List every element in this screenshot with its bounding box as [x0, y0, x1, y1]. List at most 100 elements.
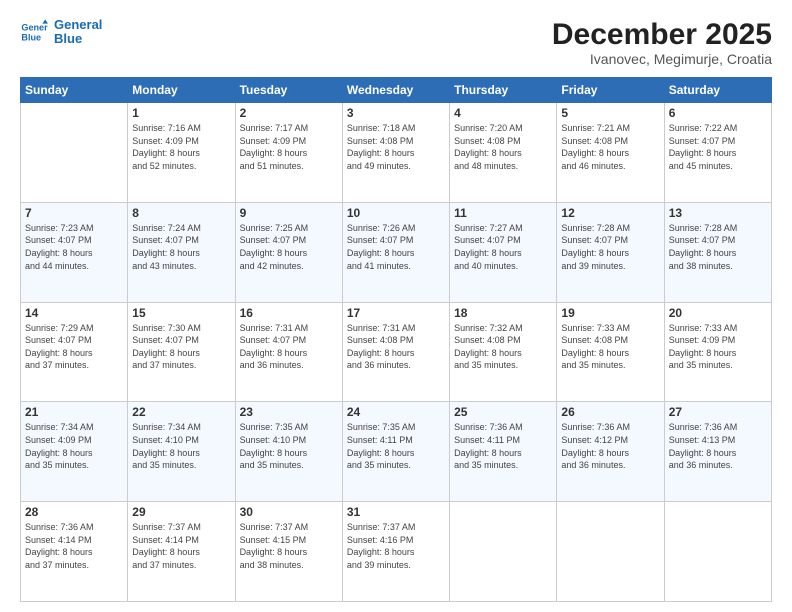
day-info: Sunrise: 7:18 AM Sunset: 4:08 PM Dayligh…: [347, 122, 445, 172]
calendar-cell: 30 Sunrise: 7:37 AM Sunset: 4:15 PM Dayli…: [235, 502, 342, 602]
day-header-wednesday: Wednesday: [342, 78, 449, 103]
day-header-friday: Friday: [557, 78, 664, 103]
day-info: Sunrise: 7:23 AM Sunset: 4:07 PM Dayligh…: [25, 222, 123, 272]
day-number: 2: [240, 106, 338, 120]
day-info: Sunrise: 7:34 AM Sunset: 4:10 PM Dayligh…: [132, 421, 230, 471]
day-info: Sunrise: 7:33 AM Sunset: 4:09 PM Dayligh…: [669, 322, 767, 372]
calendar-week-3: 14Sunrise: 7:29 AM Sunset: 4:07 PM Dayli…: [21, 302, 772, 402]
calendar-week-1: 1 Sunrise: 7:16 AM Sunset: 4:09 PM Daylig…: [21, 103, 772, 203]
subtitle: Ivanovec, Megimurje, Croatia: [552, 51, 772, 67]
page: General Blue General Blue December 2025 …: [0, 0, 792, 612]
day-number: 13: [669, 206, 767, 220]
day-number: 19: [561, 306, 659, 320]
day-header-tuesday: Tuesday: [235, 78, 342, 103]
day-number: 5: [561, 106, 659, 120]
calendar-cell: 14Sunrise: 7:29 AM Sunset: 4:07 PM Dayli…: [21, 302, 128, 402]
day-number: 24: [347, 405, 445, 419]
day-number: 7: [25, 206, 123, 220]
day-info: Sunrise: 7:31 AM Sunset: 4:07 PM Dayligh…: [240, 322, 338, 372]
calendar-cell: 16 Sunrise: 7:31 AM Sunset: 4:07 PM Dayli…: [235, 302, 342, 402]
calendar-cell: [450, 502, 557, 602]
day-info: Sunrise: 7:27 AM Sunset: 4:07 PM Dayligh…: [454, 222, 552, 272]
calendar-cell: 1 Sunrise: 7:16 AM Sunset: 4:09 PM Daylig…: [128, 103, 235, 203]
calendar-week-5: 28Sunrise: 7:36 AM Sunset: 4:14 PM Dayli…: [21, 502, 772, 602]
day-number: 31: [347, 505, 445, 519]
calendar-cell: 13 Sunrise: 7:28 AM Sunset: 4:07 PM Dayli…: [664, 202, 771, 302]
day-info: Sunrise: 7:29 AM Sunset: 4:07 PM Dayligh…: [25, 322, 123, 372]
header: General Blue General Blue December 2025 …: [20, 18, 772, 67]
day-info: Sunrise: 7:25 AM Sunset: 4:07 PM Dayligh…: [240, 222, 338, 272]
calendar-cell: 27Sunrise: 7:36 AM Sunset: 4:13 PM Dayli…: [664, 402, 771, 502]
logo-line1: General: [54, 18, 102, 32]
day-info: Sunrise: 7:33 AM Sunset: 4:08 PM Dayligh…: [561, 322, 659, 372]
calendar-table: SundayMondayTuesdayWednesdayThursdayFrid…: [20, 77, 772, 602]
calendar-cell: 15 Sunrise: 7:30 AM Sunset: 4:07 PM Dayli…: [128, 302, 235, 402]
day-info: Sunrise: 7:35 AM Sunset: 4:11 PM Dayligh…: [347, 421, 445, 471]
calendar-cell: 25 Sunrise: 7:36 AM Sunset: 4:11 PM Dayli…: [450, 402, 557, 502]
calendar-cell: 17Sunrise: 7:31 AM Sunset: 4:08 PM Dayli…: [342, 302, 449, 402]
day-info: Sunrise: 7:17 AM Sunset: 4:09 PM Dayligh…: [240, 122, 338, 172]
day-number: 10: [347, 206, 445, 220]
calendar-cell: [557, 502, 664, 602]
day-info: Sunrise: 7:28 AM Sunset: 4:07 PM Dayligh…: [669, 222, 767, 272]
day-number: 21: [25, 405, 123, 419]
calendar-cell: 22 Sunrise: 7:34 AM Sunset: 4:10 PM Dayli…: [128, 402, 235, 502]
day-info: Sunrise: 7:36 AM Sunset: 4:11 PM Dayligh…: [454, 421, 552, 471]
day-number: 4: [454, 106, 552, 120]
day-info: Sunrise: 7:16 AM Sunset: 4:09 PM Dayligh…: [132, 122, 230, 172]
calendar-cell: 8 Sunrise: 7:24 AM Sunset: 4:07 PM Daylig…: [128, 202, 235, 302]
calendar-cell: 18Sunrise: 7:32 AM Sunset: 4:08 PM Dayli…: [450, 302, 557, 402]
day-info: Sunrise: 7:28 AM Sunset: 4:07 PM Dayligh…: [561, 222, 659, 272]
day-number: 6: [669, 106, 767, 120]
title-area: December 2025 Ivanovec, Megimurje, Croat…: [552, 18, 772, 67]
logo-icon: General Blue: [20, 18, 48, 46]
svg-text:Blue: Blue: [21, 33, 41, 43]
day-number: 1: [132, 106, 230, 120]
calendar-cell: 11 Sunrise: 7:27 AM Sunset: 4:07 PM Dayli…: [450, 202, 557, 302]
logo: General Blue General Blue: [20, 18, 102, 47]
day-number: 30: [240, 505, 338, 519]
calendar-cell: 10Sunrise: 7:26 AM Sunset: 4:07 PM Dayli…: [342, 202, 449, 302]
calendar-cell: 23Sunrise: 7:35 AM Sunset: 4:10 PM Dayli…: [235, 402, 342, 502]
day-number: 15: [132, 306, 230, 320]
calendar-cell: 21 Sunrise: 7:34 AM Sunset: 4:09 PM Dayli…: [21, 402, 128, 502]
day-header-sunday: Sunday: [21, 78, 128, 103]
day-number: 16: [240, 306, 338, 320]
day-info: Sunrise: 7:20 AM Sunset: 4:08 PM Dayligh…: [454, 122, 552, 172]
day-number: 3: [347, 106, 445, 120]
day-number: 26: [561, 405, 659, 419]
calendar-cell: 2 Sunrise: 7:17 AM Sunset: 4:09 PM Daylig…: [235, 103, 342, 203]
day-number: 27: [669, 405, 767, 419]
day-number: 9: [240, 206, 338, 220]
main-title: December 2025: [552, 18, 772, 51]
day-info: Sunrise: 7:36 AM Sunset: 4:12 PM Dayligh…: [561, 421, 659, 471]
calendar-cell: 28Sunrise: 7:36 AM Sunset: 4:14 PM Dayli…: [21, 502, 128, 602]
day-number: 12: [561, 206, 659, 220]
day-number: 11: [454, 206, 552, 220]
day-number: 8: [132, 206, 230, 220]
calendar-cell: [664, 502, 771, 602]
day-info: Sunrise: 7:34 AM Sunset: 4:09 PM Dayligh…: [25, 421, 123, 471]
day-header-monday: Monday: [128, 78, 235, 103]
calendar-cell: 7 Sunrise: 7:23 AM Sunset: 4:07 PM Daylig…: [21, 202, 128, 302]
day-info: Sunrise: 7:30 AM Sunset: 4:07 PM Dayligh…: [132, 322, 230, 372]
day-number: 18: [454, 306, 552, 320]
day-info: Sunrise: 7:24 AM Sunset: 4:07 PM Dayligh…: [132, 222, 230, 272]
day-number: 23: [240, 405, 338, 419]
day-info: Sunrise: 7:37 AM Sunset: 4:14 PM Dayligh…: [132, 521, 230, 571]
calendar-week-2: 7 Sunrise: 7:23 AM Sunset: 4:07 PM Daylig…: [21, 202, 772, 302]
day-info: Sunrise: 7:31 AM Sunset: 4:08 PM Dayligh…: [347, 322, 445, 372]
day-number: 25: [454, 405, 552, 419]
calendar-week-4: 21 Sunrise: 7:34 AM Sunset: 4:09 PM Dayli…: [21, 402, 772, 502]
day-number: 20: [669, 306, 767, 320]
calendar-cell: 31Sunrise: 7:37 AM Sunset: 4:16 PM Dayli…: [342, 502, 449, 602]
day-header-saturday: Saturday: [664, 78, 771, 103]
day-info: Sunrise: 7:21 AM Sunset: 4:08 PM Dayligh…: [561, 122, 659, 172]
day-info: Sunrise: 7:36 AM Sunset: 4:14 PM Dayligh…: [25, 521, 123, 571]
calendar-cell: 5 Sunrise: 7:21 AM Sunset: 4:08 PM Daylig…: [557, 103, 664, 203]
calendar-header-row: SundayMondayTuesdayWednesdayThursdayFrid…: [21, 78, 772, 103]
day-number: 22: [132, 405, 230, 419]
day-info: Sunrise: 7:37 AM Sunset: 4:15 PM Dayligh…: [240, 521, 338, 571]
calendar-cell: 12 Sunrise: 7:28 AM Sunset: 4:07 PM Dayli…: [557, 202, 664, 302]
svg-text:General: General: [21, 23, 48, 33]
